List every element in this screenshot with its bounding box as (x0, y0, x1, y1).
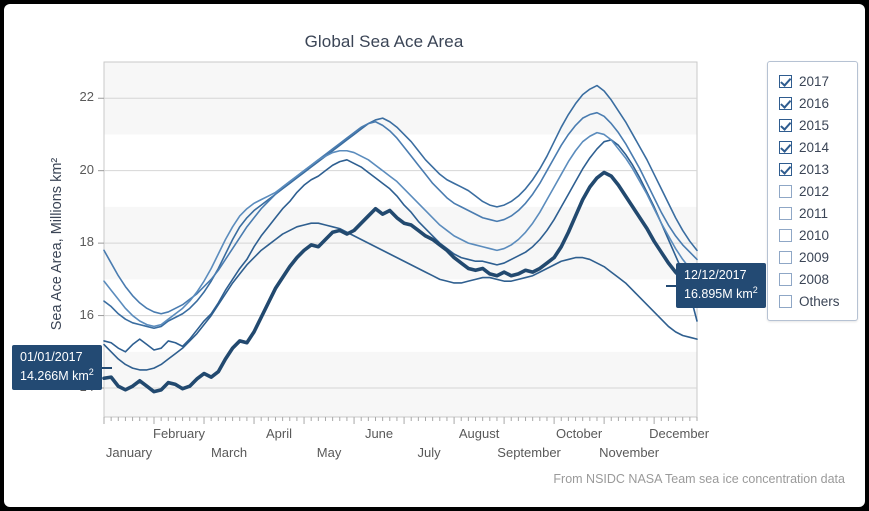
legend-item-2013[interactable]: 2013 (768, 158, 857, 180)
checkbox-icon[interactable] (779, 118, 792, 132)
checkbox-icon[interactable] (779, 96, 792, 110)
legend-item-2011[interactable]: 2011 (768, 202, 857, 224)
legend-item-2012[interactable]: 2012 (768, 180, 857, 202)
legend-item-label: Others (799, 293, 840, 309)
legend-item-2017[interactable]: 2017 (768, 70, 857, 92)
legend-item-2010[interactable]: 2010 (768, 224, 857, 246)
start-tooltip-value: 14.266M km2 (20, 367, 94, 384)
checkbox-icon[interactable] (779, 184, 792, 198)
checkbox-icon[interactable] (779, 294, 792, 308)
series-legend[interactable]: 2017 2016 2015 2014 2013 2012 2011 2010 2009 2008… (767, 61, 858, 321)
legend-item-label: 2009 (799, 249, 830, 265)
source-attribution: From NSIDC NASA Team sea ice concentrati… (553, 472, 845, 486)
plot-wrapper: Sea Ace Area, Millions km² 2220181614 Ja… (4, 4, 865, 507)
legend-item-2016[interactable]: 2016 (768, 92, 857, 114)
legend-item-2015[interactable]: 2015 (768, 114, 857, 136)
legend-item-2008[interactable]: 2008 (768, 268, 857, 290)
y-tick-20: 20 (79, 161, 94, 177)
start-point-tooltip: 01/01/2017 14.266M km2 (12, 345, 102, 391)
legend-item-2014[interactable]: 2014 (768, 136, 857, 158)
x-tick-november: November (599, 445, 660, 460)
legend-item-others[interactable]: Others (768, 290, 857, 312)
legend-item-label: 2014 (799, 139, 830, 155)
start-tooltip-date: 01/01/2017 (20, 350, 83, 364)
chart-window: Global Sea Ace Area Sea Ace Area, Millio… (4, 4, 865, 507)
y-tick-22: 22 (79, 89, 94, 105)
checkbox-icon[interactable] (779, 206, 792, 220)
end-tooltip-date: 12/12/2017 (684, 268, 747, 282)
legend-item-label: 2016 (799, 95, 830, 111)
legend-item-label: 2013 (799, 161, 830, 177)
legend-item-label: 2011 (799, 205, 829, 221)
legend-item-label: 2012 (799, 183, 830, 199)
x-tick-december: December (649, 426, 710, 441)
legend-item-2009[interactable]: 2009 (768, 246, 857, 268)
y-tick-18: 18 (79, 234, 94, 250)
checkbox-icon[interactable] (779, 228, 792, 242)
legend-item-label: 2015 (799, 117, 830, 133)
end-tooltip-value: 16.895M km2 (684, 285, 758, 302)
legend-item-label: 2008 (799, 271, 830, 287)
checkbox-icon[interactable] (779, 250, 792, 264)
checkbox-icon[interactable] (779, 74, 792, 88)
checkbox-icon[interactable] (779, 272, 792, 286)
end-point-tooltip: 12/12/2017 16.895M km2 (676, 263, 766, 309)
legend-item-label: 2017 (799, 73, 830, 89)
checkbox-icon[interactable] (779, 140, 792, 154)
legend-item-label: 2010 (799, 227, 830, 243)
y-tick-16: 16 (79, 306, 94, 322)
checkbox-icon[interactable] (779, 162, 792, 176)
